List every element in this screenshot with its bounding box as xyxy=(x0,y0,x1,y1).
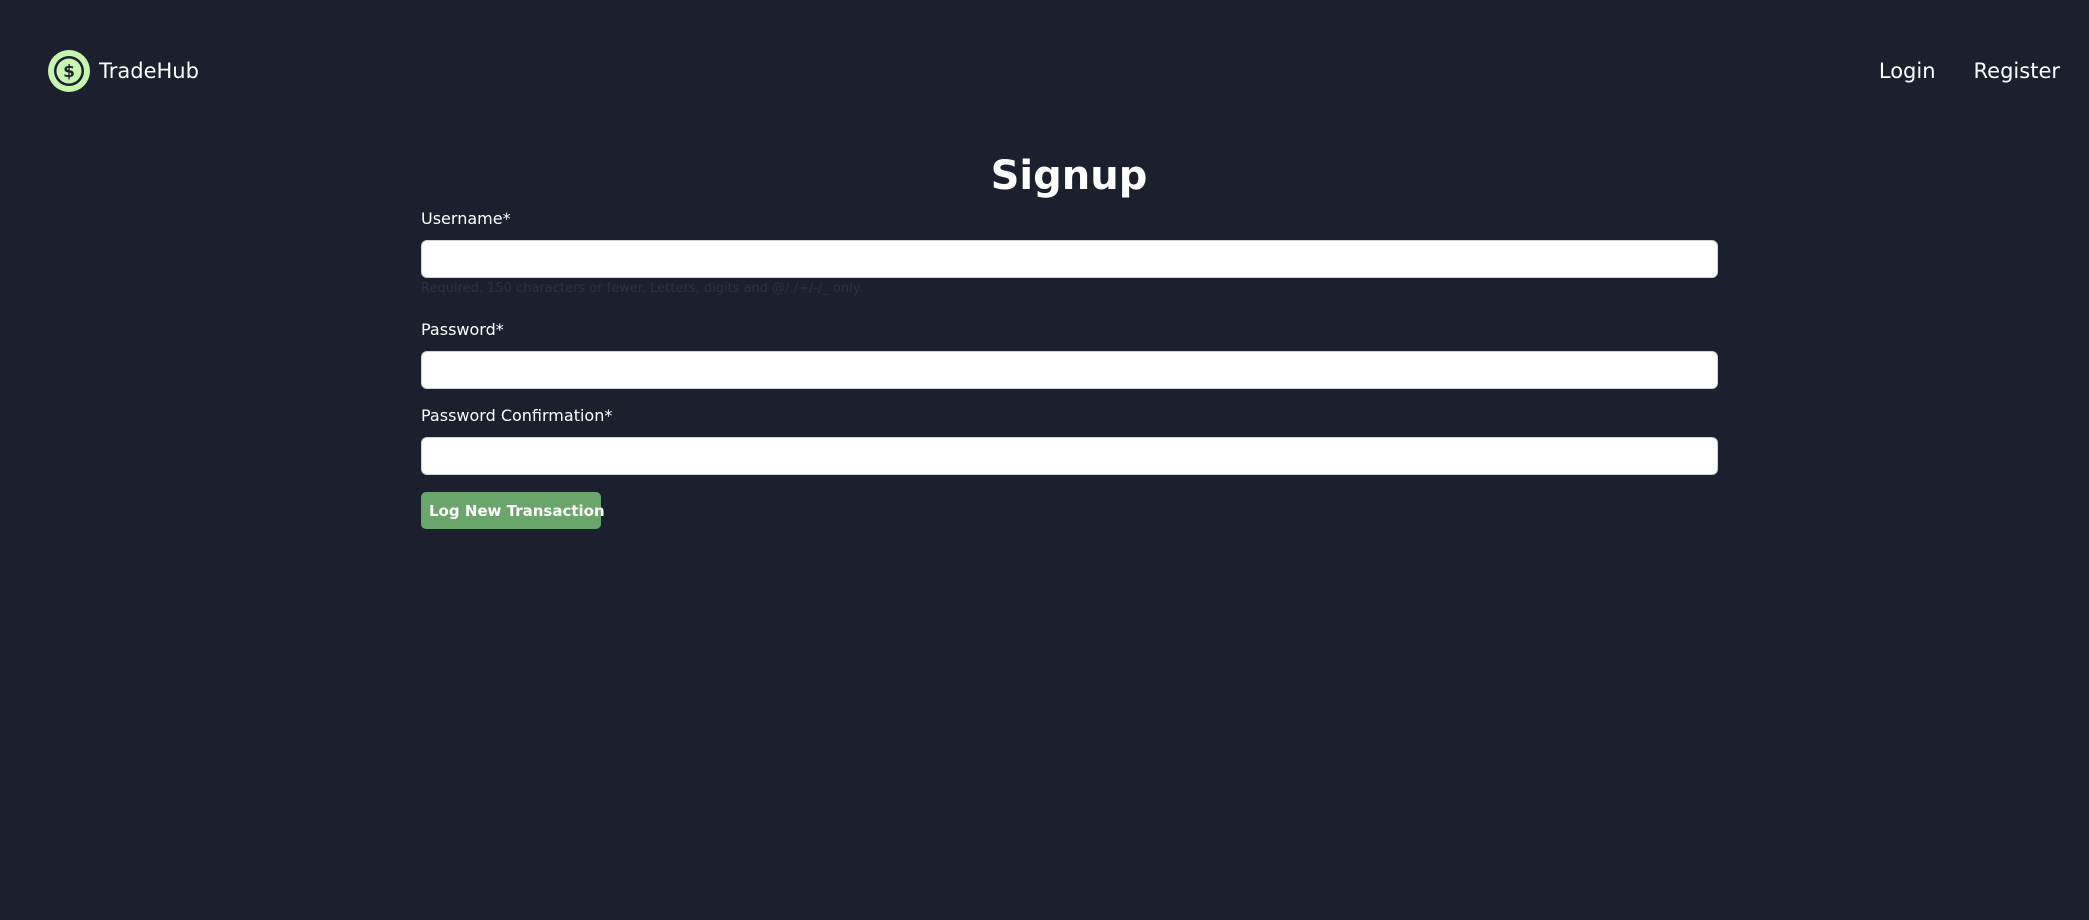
brand-link[interactable]: $ TradeHub xyxy=(48,50,199,92)
password-confirmation-input[interactable] xyxy=(421,437,1718,475)
nav-link-login[interactable]: Login xyxy=(1879,50,1936,92)
dollar-coin-icon: $ xyxy=(48,50,90,92)
password-confirmation-label: Password Confirmation* xyxy=(421,406,613,425)
password-input[interactable] xyxy=(421,351,1718,389)
brand-name: TradeHub xyxy=(99,59,199,83)
username-input[interactable] xyxy=(421,240,1718,278)
password-label: Password* xyxy=(421,320,504,339)
page-title: Signup xyxy=(990,153,1148,199)
username-label: Username* xyxy=(421,209,511,228)
nav-links: Login Register xyxy=(1841,50,2060,92)
navbar: $ TradeHub Login Register xyxy=(0,0,2089,140)
submit-button[interactable]: Log New Transaction xyxy=(421,492,605,529)
username-help-text: Required. 150 characters or fewer. Lette… xyxy=(421,281,863,296)
svg-text:$: $ xyxy=(63,62,75,82)
nav-link-register[interactable]: Register xyxy=(1974,50,2060,92)
